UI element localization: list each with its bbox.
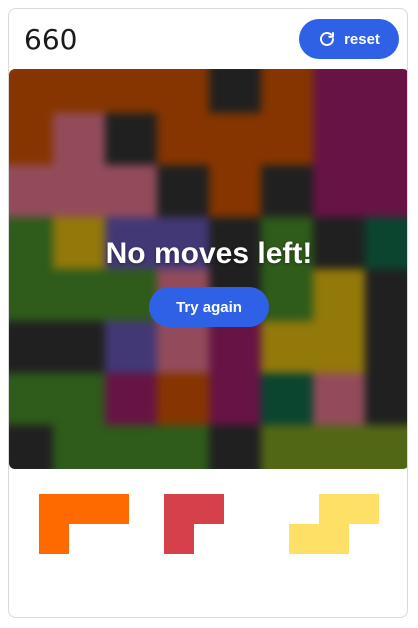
- piece-orange[interactable]: [39, 494, 129, 554]
- refresh-icon: [318, 30, 336, 48]
- try-again-button[interactable]: Try again: [149, 287, 269, 327]
- piece-yellow[interactable]: [289, 494, 379, 554]
- header: 660 reset: [9, 9, 407, 69]
- piece-block: [39, 524, 69, 554]
- piece-block: [319, 524, 349, 554]
- reset-label: reset: [344, 30, 380, 48]
- game-card: 660 reset No moves left! Try again: [8, 8, 408, 618]
- piece-block: [349, 494, 379, 524]
- piece-red[interactable]: [164, 494, 224, 554]
- piece-block: [319, 494, 349, 524]
- piece-block: [194, 494, 224, 524]
- score: 660: [24, 23, 78, 56]
- piece-block: [164, 494, 194, 524]
- piece-tray: [9, 469, 407, 617]
- piece-block: [289, 524, 319, 554]
- reset-button[interactable]: reset: [299, 19, 399, 59]
- piece-block: [69, 494, 99, 524]
- game-over-title: No moves left!: [105, 237, 313, 270]
- board-area: No moves left! Try again: [9, 69, 407, 469]
- piece-block: [39, 494, 69, 524]
- piece-block: [99, 494, 129, 524]
- piece-block: [164, 524, 194, 554]
